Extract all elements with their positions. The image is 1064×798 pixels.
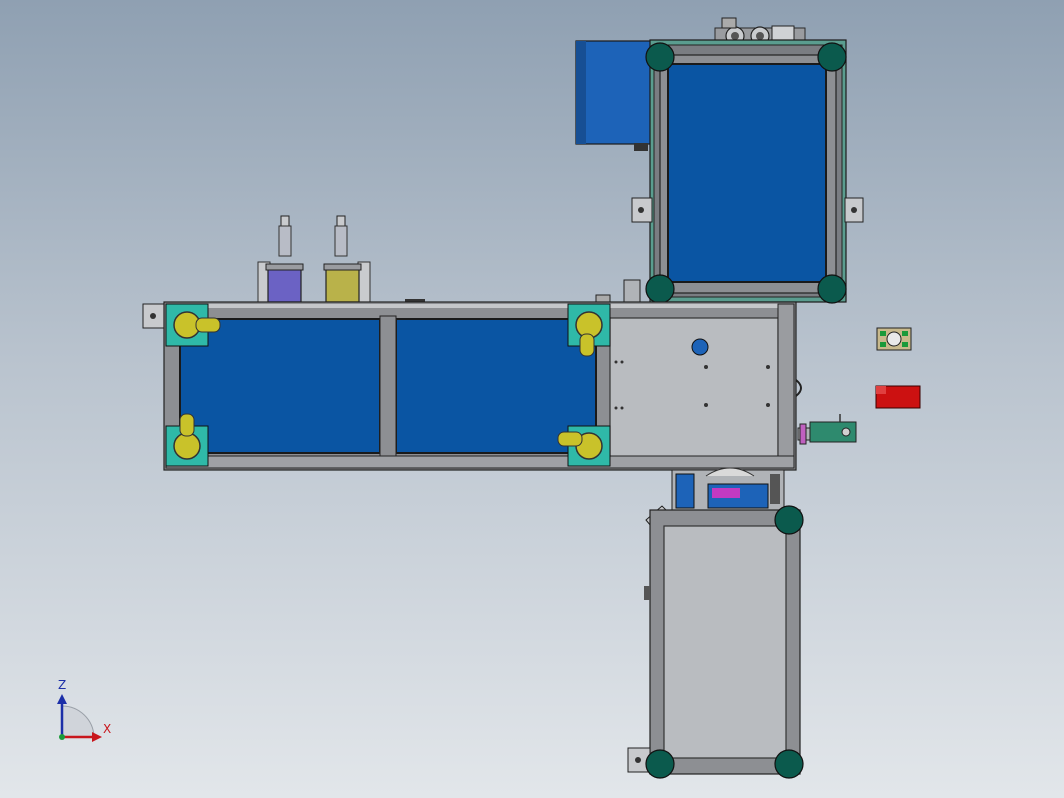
leveling-foot — [817, 274, 847, 304]
main-frame — [142, 301, 802, 471]
coordinate-triad — [57, 694, 102, 742]
blue-knob — [691, 338, 709, 356]
top-module-panel — [667, 63, 827, 283]
x-axis-label: X — [103, 722, 112, 736]
bottom-module-plate — [663, 525, 787, 759]
motor-box — [575, 40, 653, 145]
leveling-foot — [645, 749, 675, 779]
clamp-block — [876, 327, 912, 351]
pneumatic-cylinder-olive — [323, 215, 371, 303]
drive-mechanism — [671, 467, 785, 511]
control-plate — [609, 317, 779, 459]
cylinder-body — [267, 267, 302, 303]
pneumatic-cylinder-purple — [257, 215, 304, 303]
red-bracket — [875, 385, 921, 409]
top-right-module — [575, 17, 864, 304]
cad-viewport[interactable]: Z X — [0, 0, 1064, 798]
leveling-foot — [645, 42, 675, 72]
assembly-drawing — [57, 17, 921, 779]
bottom-right-module — [627, 505, 804, 779]
cylinder-body — [325, 267, 360, 303]
blue-panel-left — [179, 318, 381, 454]
leveling-foot — [774, 505, 804, 535]
leveling-foot — [817, 42, 847, 72]
sensor-module — [797, 414, 857, 445]
leveling-foot — [774, 749, 804, 779]
leveling-foot — [645, 274, 675, 304]
z-axis-label: Z — [58, 678, 67, 692]
